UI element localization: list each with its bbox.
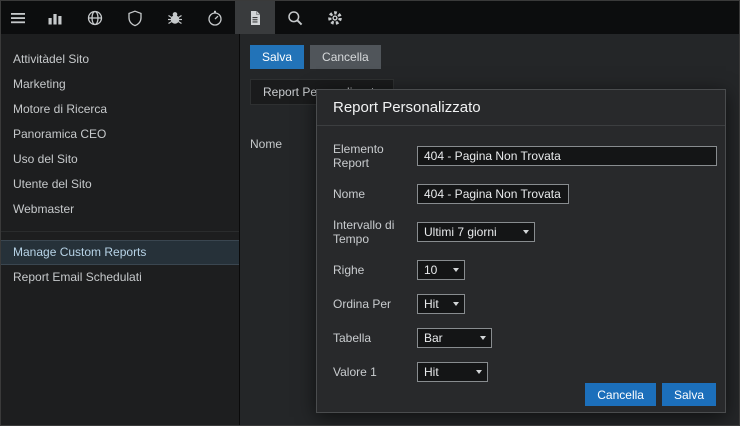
chevron-down-icon — [480, 336, 486, 340]
sidebar-item-webmaster[interactable]: Webmaster — [1, 197, 239, 222]
field-label-righe: Righe — [333, 263, 365, 277]
gear-icon — [326, 9, 344, 27]
chevron-down-icon — [453, 268, 459, 272]
reports-nav-button[interactable] — [35, 1, 75, 34]
ordina-per-select[interactable]: Hit — [417, 294, 465, 314]
cancel-button[interactable]: Cancella — [310, 45, 381, 69]
righe-select[interactable]: 10 — [417, 260, 465, 280]
sidebar-item-utente-del-sito[interactable]: Utente del Sito — [1, 172, 239, 197]
intervallo-di-tempo-select[interactable]: Ultimi 7 giorni — [417, 222, 535, 242]
app-window: Attivitàdel Sito Marketing Motore di Ric… — [0, 0, 740, 426]
field-label-valore-1: Valore 1 — [333, 365, 377, 379]
timer-icon — [206, 9, 224, 27]
field-label-ordina-per: Ordina Per — [333, 297, 392, 311]
search-icon — [286, 9, 304, 27]
chevron-down-icon — [453, 302, 459, 306]
realtime-nav-button[interactable] — [195, 1, 235, 34]
document-icon — [246, 9, 264, 27]
chevron-down-icon — [476, 370, 482, 374]
menu-button[interactable] — [1, 1, 35, 34]
topbar — [1, 1, 739, 34]
dialog-footer: Cancella Salva — [585, 383, 716, 406]
field-label-tabella: Tabella — [333, 331, 372, 345]
dialog-cancel-button[interactable]: Cancella — [585, 383, 656, 406]
search-nav-button[interactable] — [275, 1, 315, 34]
field-label-elemento-report: Elemento Report — [333, 142, 384, 170]
dialog-title: Report Personalizzato — [333, 99, 481, 116]
dialog-header: Report Personalizzato — [317, 90, 725, 126]
settings-nav-button[interactable] — [315, 1, 355, 34]
select-value: Hit — [424, 365, 439, 379]
sidebar-divider — [1, 231, 239, 232]
sidebar-item-panoramica-ceo[interactable]: Panoramica CEO — [1, 122, 239, 147]
field-label-nome: Nome — [333, 187, 366, 201]
shield-icon — [126, 9, 144, 27]
field-label-intervallo-di-tempo: Intervallo di Tempo — [333, 218, 395, 246]
dialog-form: Elemento Report Nome Intervallo di Tempo… — [317, 126, 725, 382]
chevron-down-icon — [523, 230, 529, 234]
sidebar-item-marketing[interactable]: Marketing — [1, 72, 239, 97]
tabella-select[interactable]: Bar — [417, 328, 492, 348]
valore-1-select[interactable]: Hit — [417, 362, 488, 382]
web-nav-button[interactable] — [75, 1, 115, 34]
bar-chart-icon — [46, 9, 64, 27]
custom-reports-nav-button[interactable] — [235, 1, 275, 34]
select-value: Bar — [424, 331, 443, 345]
sidebar: Attivitàdel Sito Marketing Motore di Ric… — [1, 34, 240, 425]
save-button[interactable]: Salva — [250, 45, 305, 69]
select-value: Hit — [424, 297, 439, 311]
sidebar-item-manage-custom-reports[interactable]: Manage Custom Reports — [1, 240, 239, 265]
menu-icon — [9, 9, 27, 27]
sidebar-item-uso-del-sito[interactable]: Uso del Sito — [1, 147, 239, 172]
report-personalizzato-dialog: Report Personalizzato Elemento Report No… — [316, 89, 726, 413]
bug-icon — [166, 9, 184, 27]
sidebar-item-motore-di-ricerca[interactable]: Motore di Ricerca — [1, 97, 239, 122]
globe-icon — [86, 9, 104, 27]
select-value: 10 — [424, 263, 438, 277]
sidebar-item-report-email-schedulati[interactable]: Report Email Schedulati — [1, 265, 239, 290]
nome-input[interactable] — [417, 184, 569, 204]
sidebar-item-attivita-del-sito[interactable]: Attivitàdel Sito — [1, 47, 239, 72]
select-value: Ultimi 7 giorni — [424, 225, 497, 239]
dialog-save-button[interactable]: Salva — [661, 383, 716, 406]
action-row: Salva Cancella — [250, 45, 739, 69]
elemento-report-input[interactable] — [417, 146, 717, 166]
bots-nav-button[interactable] — [155, 1, 195, 34]
security-nav-button[interactable] — [115, 1, 155, 34]
